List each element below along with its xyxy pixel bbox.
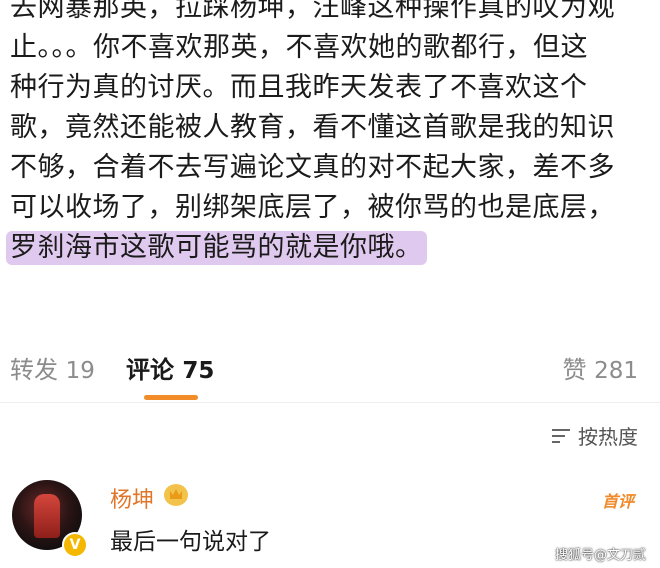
tab-repost[interactable]: 转发 19 xyxy=(10,350,95,385)
sort-label: 按热度 xyxy=(578,425,638,449)
tab-comments-label: 评论 xyxy=(126,356,174,384)
tab-repost-label: 转发 xyxy=(10,356,58,384)
tab-comments-count: 75 xyxy=(182,358,215,384)
post-line: 不够，合着不去写遍论文真的对不起大家，差不多 xyxy=(10,152,615,183)
tab-likes-count: 281 xyxy=(594,358,638,384)
post-line: 去网暴那英，拉踩杨坤，汪峰这种操作真的叹为观 xyxy=(10,0,615,23)
avatar-figure xyxy=(34,494,60,538)
active-tab-indicator xyxy=(144,395,198,400)
tab-likes-label: 赞 xyxy=(562,356,587,384)
post-line-highlighted: 罗刹海市这歌可能骂的就是你哦。 xyxy=(6,228,652,268)
highlighted-text: 罗刹海市这歌可能骂的就是你哦。 xyxy=(6,231,427,265)
comment-username[interactable]: 杨坤 xyxy=(110,482,154,514)
post-line: 止。。。你不喜欢那英，不喜欢她的歌都行，但这 xyxy=(10,32,588,63)
sort-icon xyxy=(552,427,572,445)
tab-likes[interactable]: 赞 281 xyxy=(562,350,638,385)
post-line: 可以收场了，别绑架底层了，被你骂的也是底层， xyxy=(10,192,615,223)
comment-item: V 杨坤 首评 最后一句说对了 搜狐号@文刀贰 xyxy=(0,470,660,568)
first-comment-badge: 首评 xyxy=(601,492,634,511)
watermark: 搜狐号@文刀贰 xyxy=(554,548,646,563)
interaction-tabs: 转发 19 评论 75 赞 281 xyxy=(0,344,660,400)
divider xyxy=(0,402,660,403)
comment-text: 最后一句说对了 xyxy=(110,529,271,555)
tab-repost-count: 19 xyxy=(65,358,95,384)
post-line: 种行为真的讨厌。而且我昨天发表了不喜欢这个 xyxy=(10,72,588,103)
post-text: 去网暴那英，拉踩杨坤，汪峰这种操作真的叹为观 止。。。你不喜欢那英，不喜欢她的歌… xyxy=(6,0,652,268)
crown-icon xyxy=(164,484,188,506)
tab-comments[interactable]: 评论 75 xyxy=(126,350,214,385)
verified-badge-icon: V xyxy=(62,532,88,558)
post-line: 歌，竟然还能被人教育，看不懂这首歌是我的知识 xyxy=(10,112,615,143)
sort-by-hot-button[interactable]: 按热度 xyxy=(552,421,638,450)
